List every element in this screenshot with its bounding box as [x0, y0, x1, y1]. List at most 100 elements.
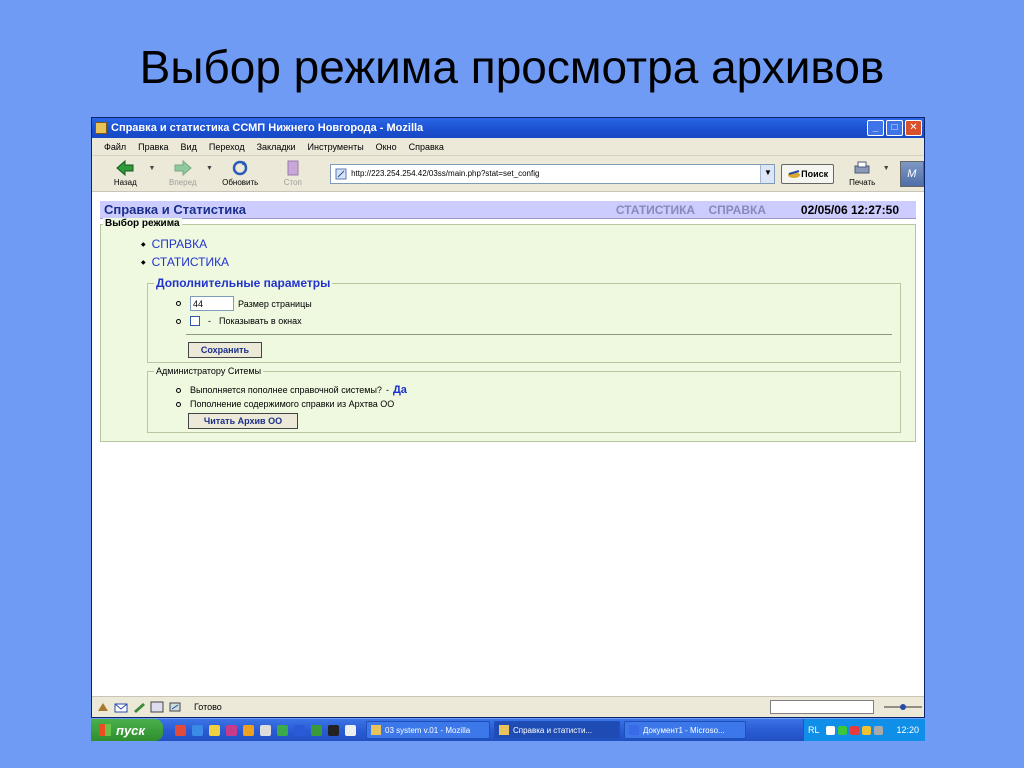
stop-button[interactable]: Стоп [270, 160, 317, 187]
reload-icon [232, 160, 248, 176]
nav-help-link[interactable]: СПРАВКА [708, 203, 766, 217]
quick-launch-icon[interactable] [260, 724, 271, 736]
back-dropdown-icon[interactable]: ▼ [149, 165, 156, 172]
mode-statistics-link[interactable]: СТАТИСТИКА [141, 255, 229, 273]
menu-go[interactable]: Переход [209, 142, 245, 152]
menu-help[interactable]: Справка [409, 142, 444, 152]
maximize-button[interactable]: □ [886, 120, 903, 136]
menu-bar: Файл Правка Вид Переход Закладки Инструм… [92, 138, 924, 156]
nav-toolbar: Назад ▼ Вперед ▼ Обновить Стоп http://22… [92, 156, 924, 192]
page-size-label: Размер страницы [238, 298, 312, 309]
quick-launch-icon[interactable] [328, 724, 339, 736]
page-content: Справка и Статистика СТАТИСТИКА СПРАВКА … [92, 195, 924, 694]
menu-edit[interactable]: Правка [138, 142, 168, 152]
task-word-document[interactable]: Документ1 - Microso... [624, 721, 746, 739]
quick-launch-icon[interactable] [243, 724, 254, 736]
menu-bookmarks[interactable]: Закладки [257, 142, 296, 152]
clock: 12:20 [896, 725, 919, 735]
quick-launch-icon[interactable] [226, 724, 237, 736]
start-button[interactable]: пуск [91, 719, 163, 741]
language-indicator[interactable]: RL [808, 725, 820, 735]
url-text[interactable]: http://223.254.254.42/03ss/main.php?stat… [351, 169, 760, 178]
search-label: Поиск [801, 168, 829, 179]
print-button[interactable]: Печать [842, 160, 883, 187]
menu-file[interactable]: Файл [104, 142, 126, 152]
refill-archive-row: Пополнение содержимого справки из Архтва… [176, 399, 394, 409]
mozilla-task-icon [371, 725, 381, 735]
status-bar: Готово [92, 696, 924, 717]
chat-icon[interactable] [150, 701, 164, 713]
menu-view[interactable]: Вид [181, 142, 197, 152]
show-in-windows-row: - Показывать в окнах [176, 316, 302, 326]
app-icon [95, 122, 107, 134]
task-label: 03 system v.01 - Mozilla [385, 725, 471, 735]
word-task-icon [629, 725, 639, 735]
url-bar[interactable]: http://223.254.254.42/03ss/main.php?stat… [330, 163, 776, 184]
progress-bar [770, 700, 874, 714]
quick-launch-icon[interactable] [277, 724, 288, 736]
stop-label: Стоп [283, 178, 302, 187]
show-in-windows-label: Показывать в окнах [219, 316, 302, 326]
page-size-row: Размер страницы [176, 296, 312, 311]
mode-legend: Выбор режима [103, 218, 182, 229]
refill-archive-label: Пополнение содержимого справки из Архтва… [190, 399, 395, 409]
quick-launch-icon[interactable] [209, 724, 220, 736]
reload-button[interactable]: Обновить [217, 160, 264, 187]
tray-icon[interactable] [861, 725, 871, 735]
composer-icon[interactable] [132, 701, 146, 713]
page-size-input[interactable] [190, 296, 234, 311]
start-label: пуск [116, 722, 145, 738]
quick-launch-icon[interactable] [345, 724, 356, 736]
tray-icon[interactable] [837, 725, 847, 735]
mail-icon[interactable] [114, 701, 128, 713]
task-mozilla-system[interactable]: 03 system v.01 - Mozilla [366, 721, 490, 739]
tray-icons [825, 725, 897, 735]
task-mozilla-stats[interactable]: Справка и статисти... [494, 721, 620, 739]
menu-tools[interactable]: Инструменты [308, 142, 364, 152]
status-text: Готово [194, 702, 222, 712]
circle-bullet-icon [176, 318, 181, 324]
back-button[interactable]: Назад [102, 160, 149, 187]
refill-answer: Да [392, 384, 407, 396]
circle-bullet-icon [176, 301, 181, 306]
search-button[interactable]: Поиск [781, 163, 834, 184]
quick-launch-icon[interactable] [294, 724, 305, 736]
nav-statistics-link[interactable]: СТАТИСТИКА [616, 203, 695, 217]
url-dropdown-icon[interactable]: ▼ [760, 164, 775, 183]
online-status-icon[interactable] [882, 701, 924, 713]
address-book-icon[interactable] [168, 701, 182, 713]
refill-dash: - [385, 385, 389, 395]
windows-dash: - [208, 316, 211, 326]
refill-question: Выполняется пополнее справочной системы? [190, 385, 382, 395]
quick-launch-icon[interactable] [175, 724, 186, 736]
print-label: Печать [849, 178, 876, 187]
navigator-icon[interactable] [96, 701, 110, 713]
printer-icon [854, 161, 870, 174]
quick-launch-icon[interactable] [192, 724, 203, 736]
quick-launch-icon[interactable] [311, 724, 322, 736]
mode-help-link[interactable]: СПРАВКА [141, 237, 229, 255]
close-button[interactable]: ✕ [905, 120, 922, 136]
separator [186, 334, 892, 335]
show-in-windows-checkbox[interactable] [190, 316, 200, 326]
page-icon [335, 168, 347, 179]
window-title: Справка и статистика ССМП Нижнего Новгор… [111, 122, 424, 134]
circle-bullet-icon [176, 387, 181, 393]
back-arrow-icon [116, 160, 134, 176]
mozilla-logo: M [899, 160, 924, 187]
page-header: Справка и Статистика СТАТИСТИКА СПРАВКА … [100, 201, 916, 219]
read-archive-button[interactable]: Читать Архив ОО [188, 413, 298, 429]
save-button[interactable]: Сохранить [188, 342, 262, 358]
window-titlebar[interactable]: Справка и статистика ССМП Нижнего Новгор… [92, 118, 924, 138]
print-dropdown-icon[interactable]: ▼ [883, 165, 890, 172]
forward-dropdown-icon[interactable]: ▼ [206, 165, 213, 172]
forward-button[interactable]: Вперед [159, 160, 206, 187]
task-label: Документ1 - Microso... [643, 725, 725, 735]
tray-icon[interactable] [873, 725, 883, 735]
admin-legend: Администратору Ситемы [154, 366, 264, 376]
tray-icon[interactable] [849, 725, 859, 735]
extra-params-fieldset: Дополнительные параметры Размер страницы… [147, 276, 901, 363]
menu-window[interactable]: Окно [376, 142, 397, 152]
minimize-button[interactable]: _ [867, 120, 884, 136]
tray-icon[interactable] [825, 725, 835, 735]
